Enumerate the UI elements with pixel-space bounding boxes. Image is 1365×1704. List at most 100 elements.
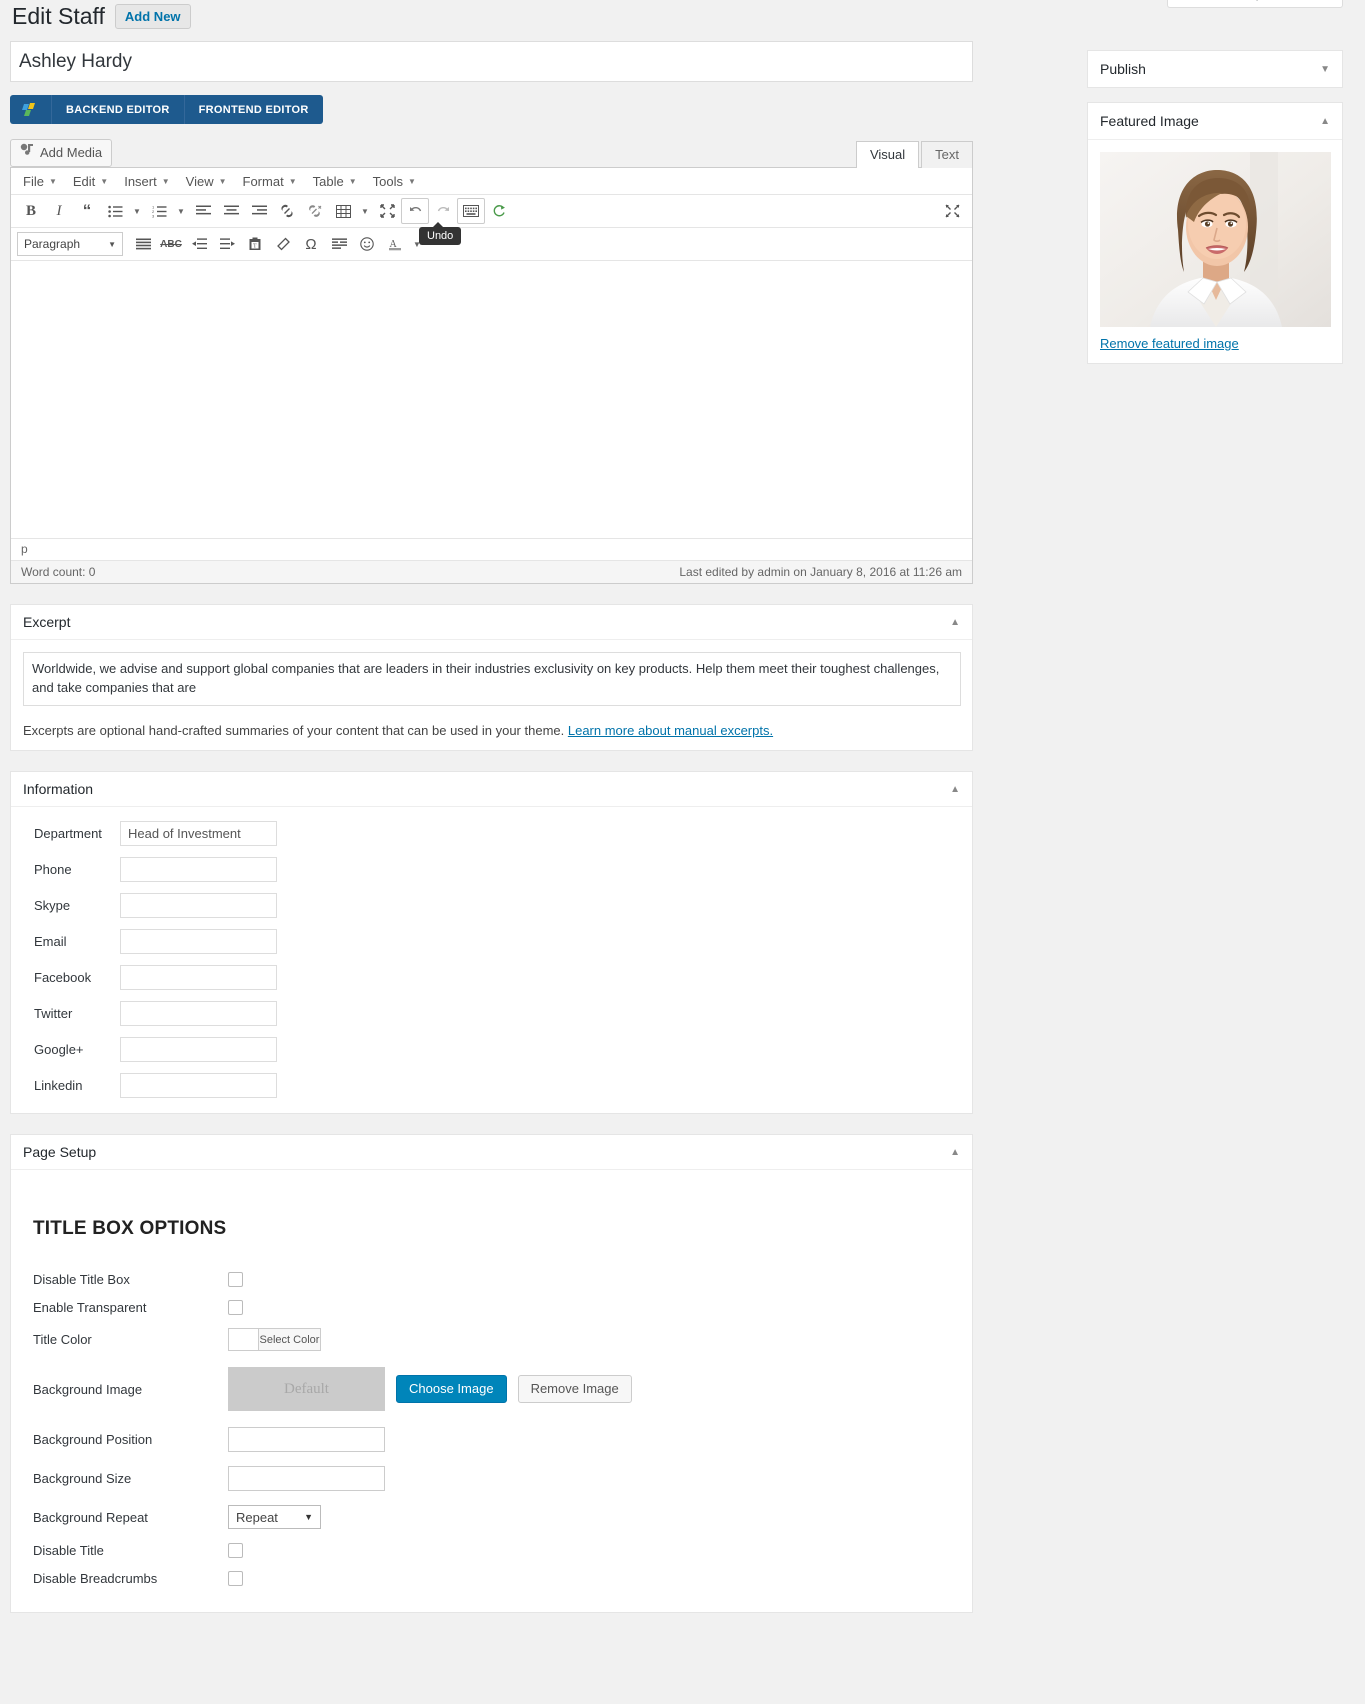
featured-image-header[interactable]: Featured Image ▲ [1088,103,1342,140]
read-more-icon[interactable] [325,231,353,257]
redo-icon[interactable] [429,198,457,224]
editor-top-row: Add Media Visual Text [10,137,973,167]
numbered-list-icon[interactable]: 1 2 3 [145,198,173,224]
menu-view[interactable]: View ▼ [178,172,235,191]
italic-icon[interactable]: I [45,198,73,224]
bold-icon[interactable]: B [17,198,45,224]
clear-formatting-icon[interactable] [269,231,297,257]
justify-icon[interactable] [129,231,157,257]
menu-tools[interactable]: Tools ▼ [365,172,424,191]
collapse-toggle-icon[interactable]: ▲ [950,617,960,628]
chevron-down-icon: ▼ [349,177,357,186]
menu-table[interactable]: Table ▼ [305,172,365,191]
screen-options-button[interactable]: Screen Options ▼ [1167,0,1343,8]
excerpt-body: Excerpts are optional hand-crafted summa… [11,640,972,750]
row-background-position: Background Position [33,1427,950,1452]
publish-header[interactable]: Publish ▼ [1088,51,1342,87]
row-disable-title-box: Disable Title Box [33,1272,950,1287]
select-color-label: Select Color [259,1329,320,1350]
menu-insert[interactable]: Insert ▼ [116,172,177,191]
last-edited: Last edited by admin on January 8, 2016 … [679,565,962,579]
editor-toolbar-row-2: Paragraph ▼ ABC [11,228,972,261]
title-color-picker[interactable]: Select Color [228,1328,321,1351]
chevron-down-icon: ▼ [289,177,297,186]
input-skype[interactable] [120,893,277,918]
chevron-down-icon: ▼ [304,1512,313,1522]
input-background-position[interactable] [228,1427,385,1452]
input-facebook[interactable] [120,965,277,990]
backend-editor-button[interactable]: BACKEND EDITOR [52,95,185,124]
collapse-toggle-icon[interactable]: ▲ [950,784,960,795]
excerpt-header[interactable]: Excerpt ▲ [11,605,972,640]
input-background-size[interactable] [228,1466,385,1491]
remove-featured-image-link[interactable]: Remove featured image [1100,336,1330,351]
table-icon[interactable] [329,198,357,224]
keyboard-shortcuts-icon[interactable] [457,198,485,224]
information-header[interactable]: Information ▲ [11,772,972,807]
select-background-repeat[interactable]: Repeat ▼ [228,1505,321,1529]
strikethrough-icon[interactable]: ABC [157,231,185,257]
distraction-free-icon[interactable] [938,198,966,224]
page-setup-header[interactable]: Page Setup ▲ [11,1135,972,1170]
collapse-toggle-icon[interactable]: ▲ [950,1147,960,1158]
tab-text[interactable]: Text [921,141,973,168]
paste-as-text-icon[interactable]: T [241,231,269,257]
svg-text:3: 3 [152,213,155,218]
unlink-icon[interactable] [301,198,329,224]
excerpt-textarea[interactable] [23,652,961,706]
checkbox-disable-title[interactable] [228,1543,243,1558]
indent-icon[interactable] [213,231,241,257]
collapse-toggle-icon[interactable]: ▼ [1320,64,1330,75]
align-center-icon[interactable] [217,198,245,224]
menu-view-label: View [186,174,214,189]
input-email[interactable] [120,929,277,954]
add-new-button[interactable]: Add New [115,4,191,29]
chevron-down-icon: ▼ [162,177,170,186]
collapse-toggle-icon[interactable]: ▲ [1320,116,1330,127]
featured-image-thumbnail[interactable] [1100,152,1331,327]
input-department[interactable] [120,821,277,846]
info-row-twitter: Twitter [23,1001,960,1026]
menu-file[interactable]: File ▼ [15,172,65,191]
main-content-column: Edit Staff Add New BACKEND EDITOR FRONTE… [10,0,973,1613]
frontend-editor-button[interactable]: FRONTEND EDITOR [185,95,323,124]
post-title-input[interactable] [10,41,973,82]
blockquote-icon[interactable]: “ [73,198,101,224]
align-right-icon[interactable] [245,198,273,224]
row-disable-breadcrumbs: Disable Breadcrumbs [33,1571,950,1586]
checkbox-disable-breadcrumbs[interactable] [228,1571,243,1586]
info-row-googleplus: Google+ [23,1037,960,1062]
outdent-icon[interactable] [185,231,213,257]
emoji-icon[interactable] [353,231,381,257]
menu-edit[interactable]: Edit ▼ [65,172,116,191]
special-character-icon[interactable]: Ω [297,231,325,257]
input-linkedin[interactable] [120,1073,277,1098]
refresh-icon[interactable] [485,198,513,224]
menu-format-label: Format [243,174,284,189]
insert-link-icon[interactable] [273,198,301,224]
table-caret[interactable]: ▼ [357,198,373,224]
align-left-icon[interactable] [189,198,217,224]
paragraph-format-select[interactable]: Paragraph ▼ [17,232,123,256]
input-googleplus[interactable] [120,1037,277,1062]
fullscreen-icon[interactable] [373,198,401,224]
bulleted-list-caret[interactable]: ▼ [129,198,145,224]
checkbox-disable-title-box[interactable] [228,1272,243,1287]
undo-icon[interactable] [401,198,429,224]
editor-content-area[interactable] [11,261,972,538]
media-icon [20,143,34,162]
checkbox-enable-transparent[interactable] [228,1300,243,1315]
remove-image-button[interactable]: Remove Image [518,1375,632,1403]
menu-format[interactable]: Format ▼ [235,172,305,191]
bulleted-list-icon[interactable] [101,198,129,224]
numbered-list-caret[interactable]: ▼ [173,198,189,224]
info-row-facebook: Facebook [23,965,960,990]
add-media-button[interactable]: Add Media [10,139,112,167]
input-phone[interactable] [120,857,277,882]
input-twitter[interactable] [120,1001,277,1026]
tab-visual[interactable]: Visual [856,141,919,168]
menu-insert-label: Insert [124,174,157,189]
choose-image-button[interactable]: Choose Image [396,1375,507,1403]
text-color-icon[interactable]: A [381,231,409,257]
manual-excerpts-link[interactable]: Learn more about manual excerpts. [568,723,773,738]
